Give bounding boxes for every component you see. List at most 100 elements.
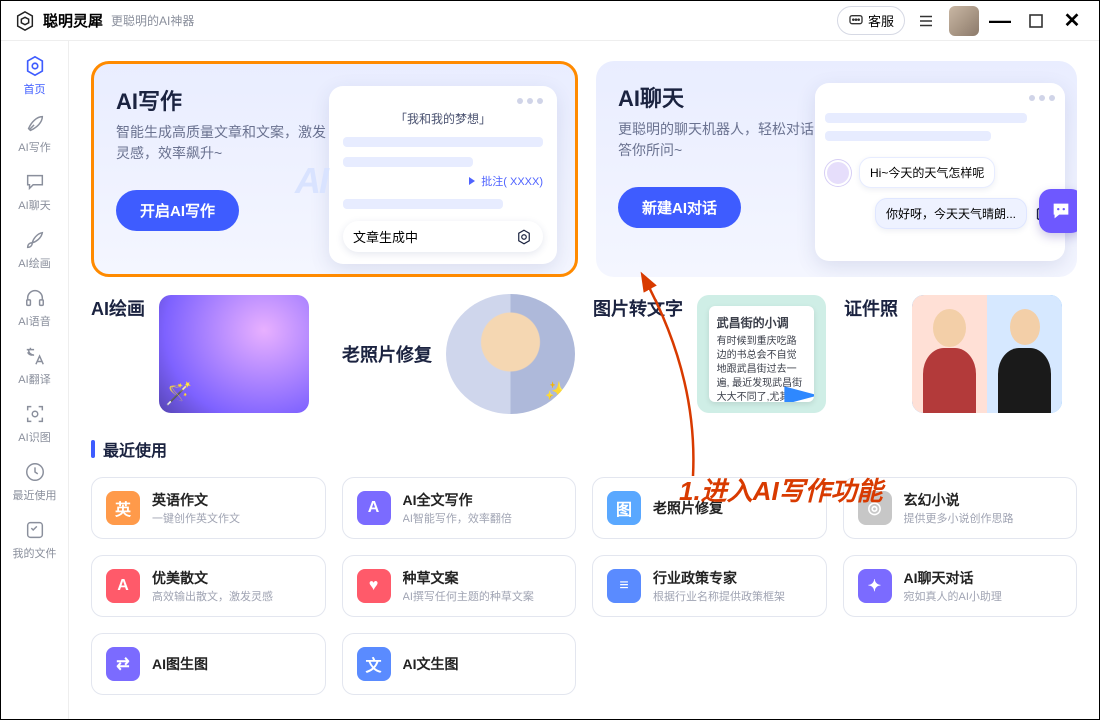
clock-icon	[22, 459, 48, 485]
recent-card-icon: ♥	[357, 569, 391, 603]
recent-card-subtitle: 提供更多小说创作思路	[904, 510, 1014, 526]
tool-title: 图片转文字	[593, 295, 683, 413]
preview-quote: 「我和我的梦想」	[343, 110, 543, 127]
recent-grid: 英英语作文一键创作英文作文 AAI全文写作AI智能写作，效率翻倍图老照片修复 ◎玄幻…	[91, 477, 1077, 695]
avatar-icon	[825, 160, 851, 186]
folder-icon	[22, 517, 48, 543]
recent-card-icon: 文	[357, 647, 391, 681]
sidebar-item-home[interactable]: 首页	[1, 53, 68, 97]
new-ai-chat-button[interactable]: 新建AI对话	[618, 187, 741, 228]
ocr-doc-title: 武昌街的小调	[717, 314, 807, 331]
recent-card-img2img[interactable]: ⇄AI图生图	[91, 633, 326, 695]
tool-preview-image	[446, 294, 575, 414]
recent-card-title: AI聊天对话	[904, 568, 1002, 588]
recent-card-policy[interactable]: ≡ 行业政策专家根据行业名称提供政策框架	[592, 555, 827, 617]
window-close-button[interactable]: ✕	[1057, 6, 1087, 36]
home-hex-icon	[22, 53, 48, 79]
recent-card-grass[interactable]: ♥种草文案AI撰写任何主题的种草文案	[342, 555, 577, 617]
hex-spinner-icon	[515, 228, 533, 246]
ai-badge-icon: AI	[295, 160, 327, 202]
user-avatar[interactable]	[949, 6, 979, 36]
recent-card-icon: 英	[106, 491, 140, 525]
recent-card-fantasy[interactable]: ◎玄幻小说提供更多小说创作思路	[843, 477, 1078, 539]
start-ai-write-button[interactable]: 开启AI写作	[116, 190, 239, 231]
support-button[interactable]: 客服	[837, 6, 905, 35]
sidebar-item-label: AI写作	[18, 139, 50, 155]
sidebar-item-draw[interactable]: AI绘画	[1, 227, 68, 271]
chat-message-in: Hi~今天的天气怎样呢	[859, 157, 995, 188]
recent-card-txt2img[interactable]: 文 AI文生图	[342, 633, 577, 695]
write-preview-panel: 「我和我的梦想」 批注( XXXX) AI 文章生成中	[329, 86, 557, 264]
preview-annotation-label: 批注( XXXX)	[343, 173, 543, 189]
tool-photo-restore[interactable]: 老照片修复	[342, 295, 575, 413]
chat-message-out: 你好呀，今天天气晴朗...	[875, 198, 1027, 229]
square-icon	[1029, 14, 1043, 28]
sidebar-item-label: AI绘画	[18, 255, 50, 271]
sidebar-item-label: AI翻译	[18, 371, 50, 387]
sidebar-item-write[interactable]: AI写作	[1, 111, 68, 155]
sidebar-item-files[interactable]: 我的文件	[1, 517, 68, 561]
speech-bubble-icon	[848, 13, 864, 29]
recent-card-subtitle: 根据行业名称提供政策框架	[653, 588, 785, 604]
titlebar: 聪明灵犀 更聪明的AI神器 客服 — ✕	[1, 1, 1099, 41]
app-logo-icon	[13, 9, 37, 33]
window-minimize-button[interactable]: —	[985, 6, 1015, 36]
hero-description: 智能生成高质量文章和文案，激发灵感，效率飙升~	[116, 122, 326, 164]
brush-icon	[22, 227, 48, 253]
tool-preview-image	[912, 295, 1062, 413]
recent-card-title: AI图生图	[152, 654, 208, 674]
tool-ai-painting[interactable]: AI绘画	[91, 295, 324, 413]
hero-card-ai-chat[interactable]: AI聊天 更聪明的聊天机器人，轻松对话，答你所问~ 新建AI对话 Hi~今天的天…	[596, 61, 1077, 277]
app-name: 聪明灵犀	[43, 10, 103, 31]
sidebar-item-voice[interactable]: AI语音	[1, 285, 68, 329]
sidebar-item-label: 最近使用	[13, 487, 57, 503]
recent-card-chat[interactable]: ✦ AI聊天对话宛如真人的AI小助理	[843, 555, 1078, 617]
ocr-doc-body: 有时候到重庆吃路边的书总会不自觉地跟武昌街过去一遍, 最近发现武昌街大大不同了,…	[717, 335, 807, 403]
sidebar-item-label: AI识图	[18, 429, 50, 445]
recent-card-icon: ✦	[858, 569, 892, 603]
window-maximize-button[interactable]	[1021, 6, 1051, 36]
sidebar-item-label: 首页	[24, 81, 46, 97]
sidebar-item-recent[interactable]: 最近使用	[1, 459, 68, 503]
chat-fab-icon	[1039, 189, 1077, 233]
menu-button[interactable]	[911, 6, 941, 36]
recent-card-icon: 图	[607, 491, 641, 525]
recent-card-title: 优美散文	[152, 568, 273, 588]
recent-header-text: 最近使用	[103, 437, 167, 461]
scan-icon	[22, 401, 48, 427]
headphone-icon	[22, 285, 48, 311]
translate-icon	[22, 343, 48, 369]
recent-card-icon: ≡	[607, 569, 641, 603]
sidebar-item-chat[interactable]: AI聊天	[1, 169, 68, 213]
tool-preview-image: 武昌街的小调 有时候到重庆吃路边的书总会不自觉地跟武昌街过去一遍, 最近发现武昌…	[697, 295, 826, 413]
recent-card-subtitle: 一键创作英文作文	[152, 510, 240, 526]
hero-row: AI写作 智能生成高质量文章和文案，激发灵感，效率飙升~ 开启AI写作 「我和我…	[91, 61, 1077, 277]
recent-card-subtitle: 宛如真人的AI小助理	[904, 588, 1002, 604]
tool-title: AI绘画	[91, 295, 145, 413]
recent-card-title: AI文生图	[403, 654, 459, 674]
recent-card-title: 玄幻小说	[904, 490, 1014, 510]
recent-card-title: 英语作文	[152, 490, 240, 510]
recent-card-fullwrite[interactable]: AAI全文写作AI智能写作，效率翻倍	[342, 477, 577, 539]
recent-card-subtitle: AI撰写任何主题的种草文案	[403, 588, 534, 604]
hamburger-icon	[917, 12, 935, 30]
tool-id-photo[interactable]: 证件照	[844, 295, 1077, 413]
chat-preview-panel: Hi~今天的天气怎样呢 你好呀，今天天气晴朗...	[815, 83, 1065, 261]
sidebar-item-ocr[interactable]: AI识图	[1, 401, 68, 445]
preview-status-text: 文章生成中	[353, 227, 418, 246]
tool-preview-image	[159, 295, 309, 413]
sidebar: 首页 AI写作 AI聊天 AI绘画 AI语音 AI翻译 AI识图 最近使用	[1, 41, 69, 719]
sidebar-item-translate[interactable]: AI翻译	[1, 343, 68, 387]
hero-description: 更聪明的聊天机器人，轻松对话，答你所问~	[618, 119, 828, 161]
feather-icon	[22, 111, 48, 137]
hero-card-ai-write[interactable]: AI写作 智能生成高质量文章和文案，激发灵感，效率飙升~ 开启AI写作 「我和我…	[91, 61, 578, 277]
recent-card-title: 行业政策专家	[653, 568, 785, 588]
recent-card-title: AI全文写作	[403, 490, 512, 510]
recent-card-restore[interactable]: 图老照片修复	[592, 477, 827, 539]
recent-card-subtitle: 高效输出散文，激发灵感	[152, 588, 273, 604]
sidebar-item-label: 我的文件	[13, 545, 57, 561]
recent-card-icon: A	[106, 569, 140, 603]
tool-ocr[interactable]: 图片转文字 武昌街的小调 有时候到重庆吃路边的书总会不自觉地跟武昌街过去一遍, …	[593, 295, 826, 413]
recent-card-essay[interactable]: A 优美散文高效输出散文，激发灵感	[91, 555, 326, 617]
recent-card-english[interactable]: 英英语作文一键创作英文作文	[91, 477, 326, 539]
